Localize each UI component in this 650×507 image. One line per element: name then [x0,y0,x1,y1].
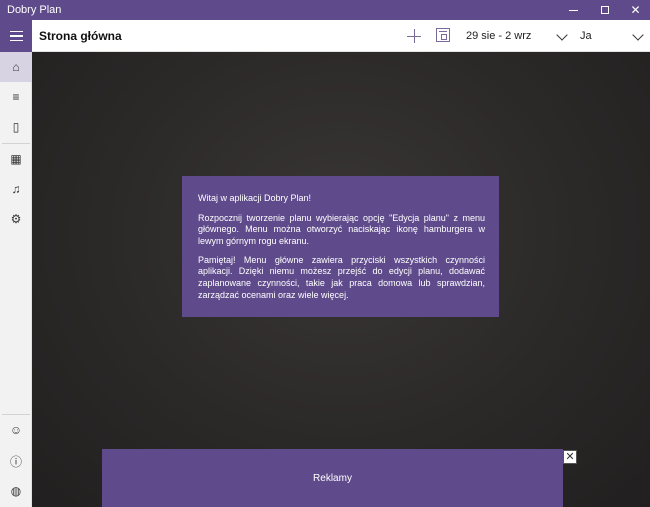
page-title: Strona główna [39,29,122,43]
add-icon[interactable] [404,26,424,46]
calendar-icon: ▦ [10,152,22,166]
minimize-button[interactable] [558,0,589,20]
globe-icon: ◍ [10,484,22,498]
date-range-label[interactable]: 29 sie - 2 wrz [466,30,531,42]
sidebar-item-feedback[interactable]: ☺ [0,415,32,445]
smiley-icon: ☺ [9,423,23,437]
sidebar-item-home[interactable]: ⌂ [0,52,32,82]
maximize-icon [600,6,609,14]
book-icon: ▯ [12,120,20,134]
chevron-down-icon[interactable] [632,29,644,41]
ads-label: Reklamy [313,472,352,484]
welcome-paragraph: Rozpocznij tworzenie planu wybierając op… [198,212,485,247]
settings-icon: ⚙ [10,212,22,226]
close-window-button[interactable]: ✕ [620,0,650,20]
sidebar-item-settings[interactable]: ⚙ [0,204,32,234]
home-icon: ⌂ [12,60,20,74]
music-icon: ♫ [11,182,21,196]
close-icon: ✕ [565,450,575,463]
user-selector[interactable]: Ja [580,30,592,42]
sidebar-item-music[interactable]: ♫ [0,174,32,204]
plan-edit-icon: ≡ [12,90,20,104]
ads-close-button[interactable]: ✕ [563,450,577,464]
ads-banner[interactable]: Reklamy [102,449,563,507]
sidebar-item-info[interactable]: ⓘ [0,446,32,476]
sidebar: ⌂ ≡ ▯ ▦ ♫ ⚙ ☺ ⓘ ◍ [0,52,32,507]
sidebar-item-language[interactable]: ◍ [0,476,32,506]
header-bar: Strona główna 29 sie - 2 wrz Ja [0,20,650,52]
hamburger-menu-button[interactable] [0,20,32,52]
welcome-paragraph: Pamiętaj! Menu główne zawiera przyciski … [198,254,485,300]
minimize-icon [569,9,578,11]
maximize-button[interactable] [589,0,620,20]
hamburger-icon [9,30,23,33]
welcome-greeting: Witaj w aplikacji Dobry Plan! [198,193,312,203]
chevron-down-icon[interactable] [556,29,568,41]
info-icon: ⓘ [9,454,22,469]
sidebar-item-calendar[interactable]: ▦ [0,144,32,174]
close-icon: ✕ [630,3,641,17]
calendar-today-icon[interactable] [436,28,450,42]
window-title: Dobry Plan [7,4,62,16]
sidebar-item-plan-edit[interactable]: ≡ [0,82,32,112]
sidebar-item-book[interactable]: ▯ [0,112,32,142]
welcome-panel: Witaj w aplikacji Dobry Plan! Rozpocznij… [182,176,499,317]
title-bar: Dobry Plan ✕ [0,0,650,20]
